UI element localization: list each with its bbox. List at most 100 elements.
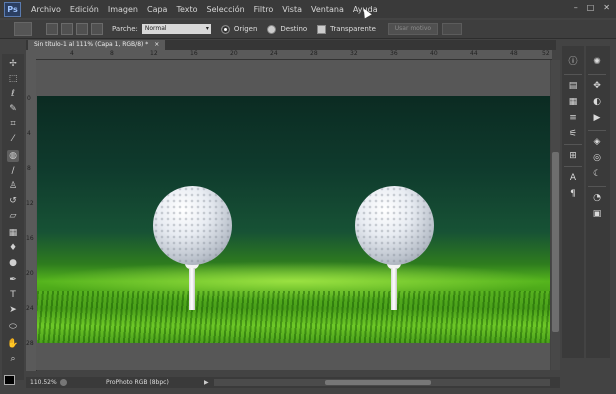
- parche-select[interactable]: Normal ▾: [141, 24, 211, 34]
- dock-divider: [564, 74, 582, 75]
- tab-close-icon[interactable]: ×: [154, 41, 159, 48]
- crop-icon[interactable]: ⌗: [7, 118, 19, 130]
- maximize-button[interactable]: □: [587, 3, 595, 12]
- transparente-label: Transparente: [330, 25, 376, 33]
- selection-mode-buttons: [46, 23, 103, 35]
- move-icon[interactable]: ✢: [7, 58, 19, 70]
- golf-ball-right: [355, 186, 434, 265]
- adjust-icon[interactable]: ⚟: [567, 128, 579, 140]
- character-icon[interactable]: A: [567, 172, 579, 184]
- intersect-selection-button[interactable]: [91, 23, 103, 35]
- menu-edicion[interactable]: Edición: [70, 5, 99, 14]
- status-bar: 110.52% ProPhoto RGB (8bpc) ▶: [26, 377, 560, 388]
- tee-stem: [189, 268, 195, 310]
- path-select-icon[interactable]: ➤: [7, 304, 19, 316]
- menu-archivo[interactable]: Archivo: [31, 5, 61, 14]
- menu-bar: Ps Archivo Edición Imagen Capa Texto Sel…: [0, 0, 616, 18]
- ruler-label: 32: [350, 50, 358, 57]
- status-menu-arrow[interactable]: ▶: [204, 377, 209, 388]
- ruler-origin[interactable]: [26, 50, 36, 59]
- document-canvas-image[interactable]: [37, 96, 550, 343]
- layer-comps-icon[interactable]: ⊞: [567, 150, 579, 162]
- foreground-color[interactable]: [4, 375, 15, 385]
- menu-seleccion[interactable]: Selección: [207, 5, 245, 14]
- brush-preset-icon[interactable]: ✺: [591, 56, 603, 68]
- ball-dimples: [153, 186, 232, 265]
- navigator-icon[interactable]: ✥: [591, 80, 603, 92]
- tool-preset-picker[interactable]: [14, 22, 32, 36]
- status-info-icon[interactable]: [60, 379, 67, 386]
- blur-icon[interactable]: ♦: [7, 242, 19, 254]
- lasso-icon[interactable]: ℓ: [7, 88, 19, 100]
- zoom-icon[interactable]: ⌕: [7, 353, 19, 365]
- menu-capa[interactable]: Capa: [147, 5, 167, 14]
- info-icon[interactable]: ⓘ: [567, 56, 579, 68]
- color-swatches[interactable]: [4, 375, 19, 389]
- origen-radio[interactable]: [220, 24, 230, 34]
- histogram-icon[interactable]: ▤: [567, 80, 579, 92]
- quick-select-icon[interactable]: ✎: [7, 103, 19, 115]
- subtract-selection-button[interactable]: [76, 23, 88, 35]
- ruler-label: 48: [510, 50, 518, 57]
- paragraph-icon[interactable]: ¶: [567, 188, 579, 200]
- layers-icon[interactable]: ◈: [591, 136, 603, 148]
- ruler-label: 8: [110, 50, 114, 57]
- ruler-label: 16: [190, 50, 198, 57]
- history-brush-icon[interactable]: ↺: [7, 195, 19, 207]
- brush-icon[interactable]: ∕: [7, 165, 19, 177]
- menu-filtro[interactable]: Filtro: [254, 5, 274, 14]
- document-profile: ProPhoto RGB (8bpc): [106, 379, 169, 386]
- swatches-icon[interactable]: ▦: [567, 96, 579, 108]
- close-button[interactable]: ✕: [603, 3, 610, 12]
- new-selection-button[interactable]: [46, 23, 58, 35]
- gradient-icon[interactable]: ▦: [7, 227, 19, 239]
- paths-icon[interactable]: ☾: [591, 168, 603, 180]
- channels-icon[interactable]: ◎: [591, 152, 603, 164]
- usar-motivo-button[interactable]: Usar motivo: [387, 23, 438, 35]
- actions-icon[interactable]: ≡: [567, 112, 579, 124]
- pen-icon[interactable]: ✒: [7, 274, 19, 286]
- patch-icon[interactable]: ◍: [7, 150, 19, 162]
- panel-dock-collapsed-left: ⓘ ▤ ▦ ≡ ⚟ ⊞ A ¶: [562, 46, 584, 358]
- horizontal-scrollbar[interactable]: [214, 379, 550, 386]
- hand-icon[interactable]: ✋: [7, 338, 19, 350]
- golf-tee-left: [185, 262, 199, 310]
- add-selection-button[interactable]: [61, 23, 73, 35]
- ruler-label: 24: [26, 305, 34, 312]
- document-tab[interactable]: Sin título-1 al 111% (Capa 1, RGB/8) * ×: [28, 40, 166, 50]
- chevron-down-icon: ▾: [205, 25, 209, 32]
- play-icon[interactable]: ▶: [591, 112, 603, 124]
- eraser-icon[interactable]: ▱: [7, 210, 19, 222]
- dock-divider: [588, 186, 606, 187]
- color-icon[interactable]: ◐: [591, 96, 603, 108]
- minimize-button[interactable]: –: [574, 3, 578, 12]
- properties-icon[interactable]: ◔: [591, 192, 603, 204]
- horizontal-scroll-thumb[interactable]: [325, 380, 431, 385]
- menu-vista[interactable]: Vista: [282, 5, 302, 14]
- document-tab-bar: Sin título-1 al 111% (Capa 1, RGB/8) * ×: [26, 40, 556, 50]
- destino-radio[interactable]: [267, 24, 277, 34]
- tee-stem: [391, 268, 397, 310]
- vertical-scrollbar[interactable]: [551, 60, 560, 370]
- menu-imagen[interactable]: Imagen: [108, 5, 138, 14]
- ruler-label: 28: [26, 340, 34, 347]
- vertical-scroll-thumb[interactable]: [552, 152, 559, 332]
- dodge-icon[interactable]: ●: [7, 257, 19, 269]
- ruler-label: 12: [150, 50, 158, 57]
- ruler-label: 52: [542, 50, 550, 57]
- pattern-picker[interactable]: [441, 23, 462, 35]
- parche-label: Parche:: [112, 25, 138, 33]
- marquee-icon[interactable]: ⬚: [7, 73, 19, 85]
- menu-texto[interactable]: Texto: [176, 5, 197, 14]
- clone-stamp-icon[interactable]: ♙: [7, 180, 19, 192]
- zoom-level[interactable]: 110.52%: [30, 377, 57, 388]
- shape-icon[interactable]: ⬭: [7, 321, 19, 333]
- ruler-label: 4: [70, 50, 74, 57]
- options-icon[interactable]: ▣: [591, 208, 603, 220]
- ruler-label: 36: [390, 50, 398, 57]
- menu-ventana[interactable]: Ventana: [311, 5, 344, 14]
- eyedropper-icon[interactable]: ⁄: [7, 133, 19, 145]
- transparente-checkbox[interactable]: [317, 24, 327, 34]
- ruler-label: 28: [310, 50, 318, 57]
- type-icon[interactable]: T: [7, 289, 19, 301]
